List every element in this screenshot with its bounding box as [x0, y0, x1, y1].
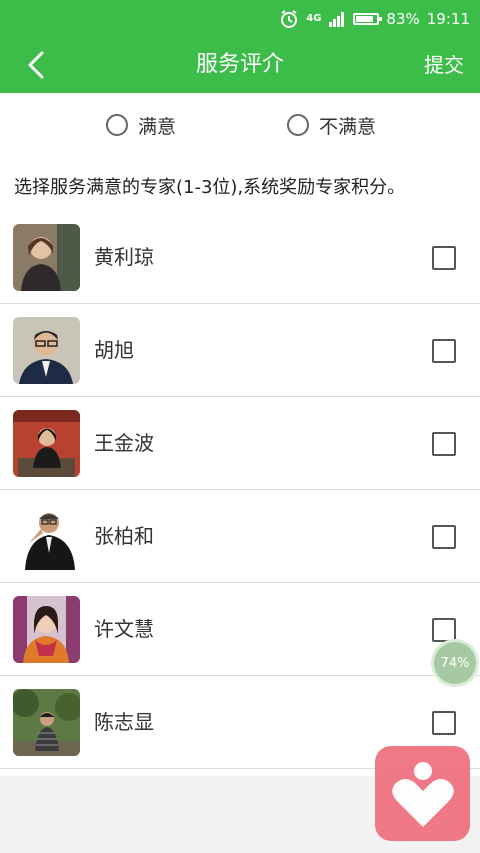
rating-group: 满意 不满意 — [0, 93, 480, 157]
expert-name: 许文慧 — [94, 617, 154, 641]
avatar — [13, 596, 80, 663]
signal-icon — [328, 11, 346, 27]
expert-checkbox[interactable] — [432, 618, 456, 642]
expert-name: 胡旭 — [94, 338, 134, 362]
submit-button[interactable]: 提交 — [424, 37, 464, 93]
page-title: 服务评介 — [195, 52, 284, 77]
battery-icon — [353, 12, 383, 25]
expert-row[interactable]: 胡旭 — [0, 304, 480, 397]
expert-row[interactable]: 黄利琼 — [0, 211, 480, 304]
avatar — [13, 503, 80, 570]
expert-checkbox[interactable] — [432, 711, 456, 735]
expert-checkbox[interactable] — [432, 339, 456, 363]
radio-circle-icon — [287, 114, 309, 136]
avatar — [13, 689, 80, 756]
expert-name: 张柏和 — [94, 524, 154, 548]
back-button[interactable] — [14, 43, 58, 87]
avatar — [13, 317, 80, 384]
status-bar: 4G 83% 19:11 — [0, 0, 480, 37]
floating-action-button[interactable] — [375, 746, 470, 841]
chevron-left-icon — [28, 51, 44, 79]
expert-checkbox[interactable] — [432, 432, 456, 456]
expert-checkbox[interactable] — [432, 525, 456, 549]
progress-badge: 74% — [434, 642, 476, 684]
radio-unsatisfied[interactable]: 不满意 — [287, 111, 376, 139]
expert-row[interactable]: 张柏和 — [0, 490, 480, 583]
radio-satisfied[interactable]: 满意 — [106, 111, 176, 139]
battery-percent: 83% — [386, 9, 420, 28]
network-type: 4G — [306, 13, 322, 24]
expert-row[interactable]: 王金波 — [0, 397, 480, 490]
clock-time: 19:11 — [426, 9, 470, 28]
instruction-text: 选择服务满意的专家(1-3位),系统奖励专家积分。 — [14, 177, 406, 198]
app-bar: 服务评介 提交 — [0, 37, 480, 93]
radio-label: 不满意 — [319, 115, 377, 138]
alarm-icon — [279, 9, 299, 29]
radio-label: 满意 — [138, 115, 177, 138]
expert-name: 王金波 — [94, 431, 154, 455]
expert-name: 黄利琼 — [94, 245, 154, 269]
expert-row[interactable]: 许文慧 — [0, 583, 480, 676]
expert-name: 陈志显 — [94, 710, 154, 734]
avatar — [13, 410, 80, 477]
main-content: 满意 不满意 选择服务满意的专家(1-3位),系统奖励专家积分。 黄利琼 胡旭 — [0, 93, 480, 776]
expert-list: 黄利琼 胡旭 王金波 张柏和 许文慧 陈志显 — [0, 211, 480, 769]
expert-checkbox[interactable] — [432, 246, 456, 270]
avatar — [13, 224, 80, 291]
heart-person-icon — [391, 761, 454, 827]
radio-circle-icon — [106, 114, 128, 136]
